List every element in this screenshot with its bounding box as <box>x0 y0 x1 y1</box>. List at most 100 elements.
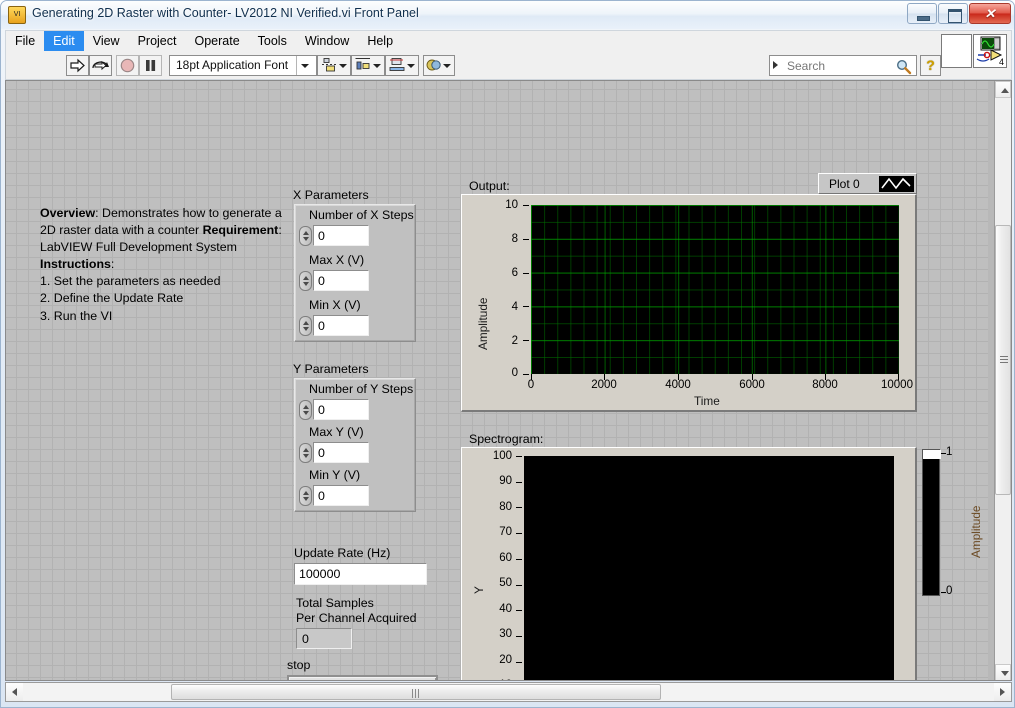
run-button[interactable] <box>66 55 89 76</box>
increment-icon[interactable] <box>303 448 309 452</box>
colorbar-min-label: 0 <box>946 585 953 597</box>
scroll-down-button[interactable] <box>995 664 1011 680</box>
abort-execution-button[interactable] <box>116 55 139 76</box>
number-of-y-steps-label: Number of Y Steps <box>309 382 414 396</box>
plot-legend-label: Plot 0 <box>829 177 860 191</box>
font-selector[interactable]: 18pt Application Font <box>169 55 317 76</box>
vi-icon-number: 4 <box>998 57 1004 67</box>
minimize-button[interactable] <box>907 3 937 24</box>
spec-ytick-mark <box>516 635 522 637</box>
chevron-up-icon <box>1001 88 1009 93</box>
number-of-y-steps-stepper[interactable] <box>299 400 312 420</box>
align-objects-button[interactable] <box>317 55 351 76</box>
vertical-scrollbar-thumb[interactable] <box>995 225 1011 495</box>
x-parameters-title: X Parameters <box>293 188 369 202</box>
overview-step-3: 3. Run the VI <box>40 308 113 323</box>
menu-item-file[interactable]: File <box>6 31 44 51</box>
spec-ytick-100: 100 <box>492 450 512 462</box>
update-rate-input[interactable]: 100000 <box>294 563 427 585</box>
decrement-icon[interactable] <box>303 411 309 415</box>
spectrogram-colorbar[interactable] <box>922 449 941 596</box>
min-y-stepper[interactable] <box>299 486 312 506</box>
menu-item-window[interactable]: Window <box>296 31 358 51</box>
resize-objects-button[interactable] <box>385 55 419 76</box>
number-of-x-steps-stepper[interactable] <box>299 226 312 246</box>
panel-vertical-scrollbar[interactable] <box>994 81 1011 680</box>
spec-ytick-80: 80 <box>499 501 512 513</box>
max-x-stepper[interactable] <box>299 271 312 291</box>
output-ytick-mark <box>523 306 529 308</box>
menu-item-tools[interactable]: Tools <box>249 31 296 51</box>
menu-item-edit[interactable]: Edit <box>44 31 84 51</box>
chevron-down-icon <box>373 64 381 68</box>
maximize-button[interactable] <box>938 3 968 24</box>
spec-ytick-mark <box>516 584 522 586</box>
spec-ytick-40: 40 <box>499 603 512 615</box>
run-continuously-icon <box>92 60 109 71</box>
minimize-icon <box>908 4 936 23</box>
stop-button[interactable]: STOP <box>287 675 438 680</box>
increment-icon[interactable] <box>303 321 309 325</box>
output-ytick-mark <box>523 340 529 342</box>
font-selector-dropdown[interactable] <box>296 56 316 75</box>
spectrogram-plot-area[interactable] <box>524 456 894 680</box>
max-x-label: Max X (V) <box>309 253 365 267</box>
spec-ytick-60: 60 <box>499 552 512 564</box>
run-continuously-button[interactable] <box>89 55 112 76</box>
spec-ytick-10: 10 <box>478 679 512 680</box>
decrement-icon[interactable] <box>303 327 309 331</box>
number-of-x-steps-input[interactable]: 0 <box>313 225 369 246</box>
distribute-objects-button[interactable] <box>351 55 385 76</box>
scroll-right-button[interactable] <box>994 683 1011 701</box>
menu-item-view[interactable]: View <box>84 31 129 51</box>
decrement-icon[interactable] <box>303 454 309 458</box>
menu-item-operate[interactable]: Operate <box>185 31 248 51</box>
max-y-input[interactable]: 0 <box>313 442 369 463</box>
spec-ytick-mark <box>516 481 522 483</box>
output-xtick-2000: 2000 <box>591 379 617 391</box>
spec-ytick-mark <box>516 533 522 535</box>
increment-icon[interactable] <box>303 231 309 235</box>
output-xtick-0: 0 <box>527 379 535 391</box>
scroll-left-button[interactable] <box>6 683 23 701</box>
overview-label-requirement: Requirement <box>202 223 279 238</box>
increment-icon[interactable] <box>303 276 309 280</box>
menu-item-help[interactable]: Help <box>358 31 402 51</box>
increment-icon[interactable] <box>303 491 309 495</box>
spec-ytick-mark <box>516 558 522 560</box>
search-dropdown-icon[interactable] <box>773 61 778 69</box>
maximize-icon <box>939 4 967 23</box>
context-help-button[interactable]: ? <box>920 55 941 76</box>
vi-icon[interactable]: 4 <box>973 34 1007 68</box>
pause-button[interactable] <box>139 55 162 76</box>
panel-horizontal-scrollbar[interactable] <box>5 682 1012 702</box>
overview-step-1: 1. Set the parameters as needed <box>40 274 221 289</box>
overview-label-overview: Overview <box>40 206 96 220</box>
horizontal-scrollbar-thumb[interactable] <box>171 684 661 700</box>
close-button[interactable]: ✕ <box>969 3 1011 24</box>
reorder-objects-button[interactable] <box>423 55 455 76</box>
number-of-y-steps-input[interactable]: 0 <box>313 399 369 420</box>
connector-pane[interactable] <box>941 34 972 68</box>
spectrogram-graph[interactable]: 100 90 80 70 60 50 40 30 20 10 0 <box>461 447 917 680</box>
decrement-icon[interactable] <box>303 282 309 286</box>
min-x-input[interactable]: 0 <box>313 315 369 336</box>
menu-item-project[interactable]: Project <box>129 31 186 51</box>
scroll-up-button[interactable] <box>995 81 1011 98</box>
output-graph-plot-area[interactable] <box>531 205 899 374</box>
output-graph[interactable]: 10 8 6 4 2 0 Amplitude 0 2000 4000 6000 <box>461 194 917 412</box>
decrement-icon[interactable] <box>303 497 309 501</box>
output-ytick-mark <box>523 205 529 206</box>
plot-legend[interactable]: Plot 0 <box>818 173 917 194</box>
max-x-input[interactable]: 0 <box>313 270 369 291</box>
increment-icon[interactable] <box>303 405 309 409</box>
waveform-line-icon[interactable] <box>879 176 914 192</box>
decrement-icon[interactable] <box>303 237 309 241</box>
min-x-stepper[interactable] <box>299 316 312 336</box>
min-y-input[interactable]: 0 <box>313 485 369 506</box>
max-y-stepper[interactable] <box>299 443 312 463</box>
search-input[interactable]: Search <box>769 55 917 76</box>
output-graph-xlabel: Time <box>694 394 720 408</box>
output-xtick-mark <box>752 374 753 380</box>
labview-window: VI Generating 2D Raster with Counter- LV… <box>0 0 1015 708</box>
